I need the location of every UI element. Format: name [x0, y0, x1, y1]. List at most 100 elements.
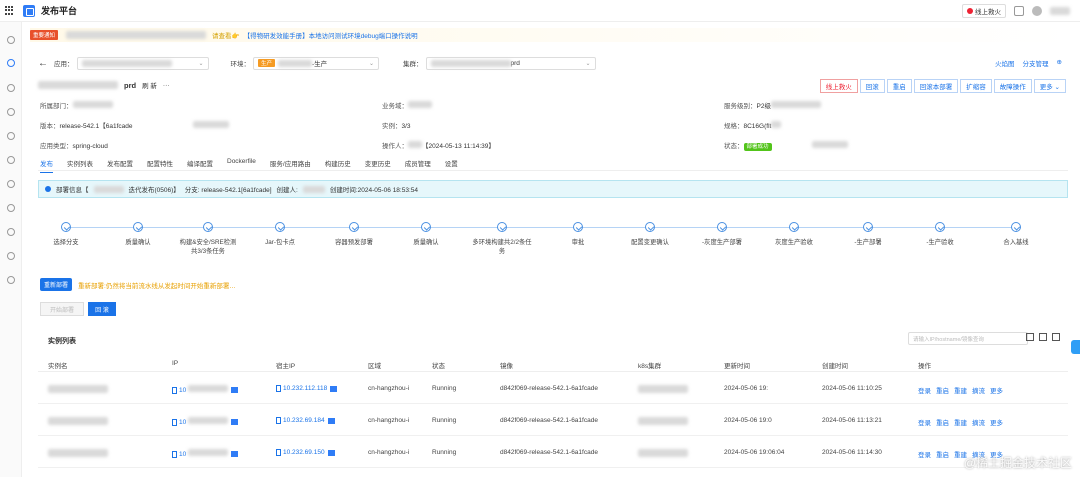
env-select[interactable]: 生产 -生产 ⌄: [253, 56, 379, 70]
expand-icon[interactable]: ⊕: [1057, 58, 1062, 68]
redeploy-button[interactable]: 重新部署: [40, 278, 73, 291]
table-row[interactable]: 10 10.232.69.184 cn-hangzhou-i Running d842f…: [38, 404, 1068, 436]
row-drain-button[interactable]: 摘流: [972, 385, 985, 395]
refresh-button[interactable]: 刷 新: [142, 80, 157, 90]
pipeline-step-label: 质量确认: [125, 239, 151, 246]
monitor-chart-icon[interactable]: [231, 387, 239, 394]
notice-link[interactable]: 【得物研发效能手册】本地访问测试环境debug端口操作说明: [244, 30, 418, 40]
pipeline-step[interactable]: 构建&安全/SRE检测共3/3条任务: [178, 222, 238, 256]
branch-icon[interactable]: [7, 108, 15, 116]
pipeline-step[interactable]: 质量确认: [396, 222, 456, 247]
branch-manage-link[interactable]: 分支管理: [1023, 58, 1049, 68]
pipeline-step[interactable]: 容器预发部署: [324, 222, 384, 247]
cell-region: cn-hangzhou-i: [368, 449, 410, 456]
pipeline-step[interactable]: Jar-包卡点: [250, 222, 310, 247]
row-more-button[interactable]: 更多: [990, 385, 1003, 395]
start-deploy-button[interactable]: 开始部署: [40, 302, 84, 316]
monitor-chart-icon[interactable]: [327, 449, 335, 456]
rollback-primary-button[interactable]: 回 滚: [88, 302, 116, 316]
cell-ip[interactable]: 10: [172, 417, 239, 426]
gear-icon[interactable]: [7, 228, 15, 236]
row-restart-button[interactable]: 重启: [936, 385, 949, 395]
pipeline-step[interactable]: 多环境构建共2/2条任务: [472, 222, 532, 256]
check-icon: [573, 222, 583, 232]
check-icon: [789, 222, 799, 232]
row-restart-button[interactable]: 重启: [936, 417, 949, 427]
monitor-icon[interactable]: [1052, 333, 1060, 341]
row-login-button[interactable]: 登录: [918, 385, 931, 395]
pipeline-step[interactable]: -生产部署: [838, 222, 898, 247]
more-button[interactable]: ···: [163, 82, 170, 89]
info-icon: [45, 186, 51, 192]
monitor-chart-icon[interactable]: [327, 417, 335, 424]
cell-ip[interactable]: 10: [172, 449, 239, 458]
table-row[interactable]: 10 10.232.69.150 cn-hangzhou-i Running d842f…: [38, 436, 1068, 468]
row-rebuild-button[interactable]: 重建: [954, 385, 967, 395]
cell-region: cn-hangzhou-i: [368, 385, 410, 392]
deploy-info-bar: 部署信息【 迭代发布(0506)】 分支: release-542.1[6a1f…: [38, 180, 1068, 198]
back-arrow-icon[interactable]: ←: [38, 58, 48, 69]
monitor-chart-icon[interactable]: [330, 385, 338, 392]
cell-status: Running: [432, 417, 457, 424]
instance-list-title: 实例列表: [48, 338, 76, 345]
pipeline-step[interactable]: 灰度生产验收: [764, 222, 824, 247]
document-icon[interactable]: [1014, 6, 1024, 16]
rollback-deploy-button[interactable]: 回滚本部署: [913, 79, 959, 93]
row-drain-button[interactable]: 摘流: [972, 417, 985, 427]
avatar[interactable]: [1032, 6, 1042, 16]
pipeline-step-label: 灰度生产验收: [775, 239, 813, 246]
pipeline-step[interactable]: 选择分支: [36, 222, 96, 247]
column-settings-icon[interactable]: [1026, 333, 1034, 341]
pipeline-step[interactable]: -生产验收: [910, 222, 970, 247]
help-tab-icon[interactable]: [1071, 340, 1080, 354]
ip-icon: [276, 449, 281, 456]
cell-host_ip[interactable]: 10.232.69.150: [276, 449, 335, 456]
pipeline-step[interactable]: 配置变更确认: [620, 222, 680, 247]
cloud-icon[interactable]: [7, 180, 15, 188]
notice-bar: 重要通知 请查看👉 【得物研发效能手册】本地访问测试环境debug端口操作说明: [30, 28, 1070, 42]
online-firefight-button[interactable]: 线上救火: [962, 4, 1006, 18]
publish-icon[interactable]: [7, 59, 15, 67]
row-more-button[interactable]: 更多: [990, 417, 1003, 427]
pipeline-icon[interactable]: [7, 84, 15, 92]
cell-host_ip[interactable]: 10.232.112.118: [276, 385, 338, 392]
pipeline-step[interactable]: 审批: [548, 222, 608, 247]
shield-icon[interactable]: [7, 276, 15, 284]
watermark: @稀土掘金技术社区: [963, 456, 1072, 470]
apps-grid-icon[interactable]: [5, 5, 15, 16]
monitor-chart-icon[interactable]: [231, 451, 239, 458]
cell-ip[interactable]: 10: [172, 385, 239, 394]
flame-graph-link[interactable]: 火焰图: [995, 58, 1015, 68]
app-select[interactable]: ⌄: [76, 56, 209, 70]
fault-ops-button[interactable]: 故障操作: [993, 79, 1032, 93]
row-restart-button[interactable]: 重启: [936, 449, 949, 459]
row-rebuild-button[interactable]: 重建: [954, 417, 967, 427]
settings-icon[interactable]: [7, 132, 15, 140]
instance-search-input[interactable]: 请输入IP/hostname/镜像查询: [908, 332, 1028, 345]
cluster-select[interactable]: prd ⌄: [425, 56, 596, 70]
version-info: 版本：release-542.1【6a1fcade: [40, 120, 229, 130]
pipeline-step[interactable]: 质量确认: [108, 222, 168, 247]
file-icon[interactable]: [7, 204, 15, 212]
scale-button[interactable]: 扩缩容: [960, 79, 992, 93]
more-actions-button[interactable]: 更多 ⌄: [1033, 79, 1066, 93]
cell-host_ip[interactable]: 10.232.69.184: [276, 417, 335, 424]
k8s-cluster-blurred: [638, 417, 688, 425]
monitor-chart-icon[interactable]: [231, 419, 239, 426]
ip-icon: [276, 417, 281, 424]
pipeline-step[interactable]: -灰度生产部署: [692, 222, 752, 247]
list-view-icon[interactable]: [1039, 333, 1047, 341]
pipeline-step[interactable]: 合入基线: [986, 222, 1046, 247]
ip-icon: [172, 418, 177, 426]
firefight-button[interactable]: 线上救火: [819, 79, 858, 93]
check-icon: [275, 222, 285, 232]
operator-info: 操作人： 【2024-05-13 11:14:39】: [382, 141, 495, 150]
rollback-button[interactable]: 回滚: [859, 79, 885, 93]
dashboard-icon[interactable]: [7, 36, 15, 44]
server-icon[interactable]: [7, 252, 15, 260]
history-icon[interactable]: [7, 156, 15, 164]
row-login-button[interactable]: 登录: [918, 417, 931, 427]
restart-button[interactable]: 重启: [886, 79, 912, 93]
row-login-button[interactable]: 登录: [918, 449, 931, 459]
table-row[interactable]: 10 10.232.112.118 cn-hangzhou-i Running d842…: [38, 372, 1068, 404]
